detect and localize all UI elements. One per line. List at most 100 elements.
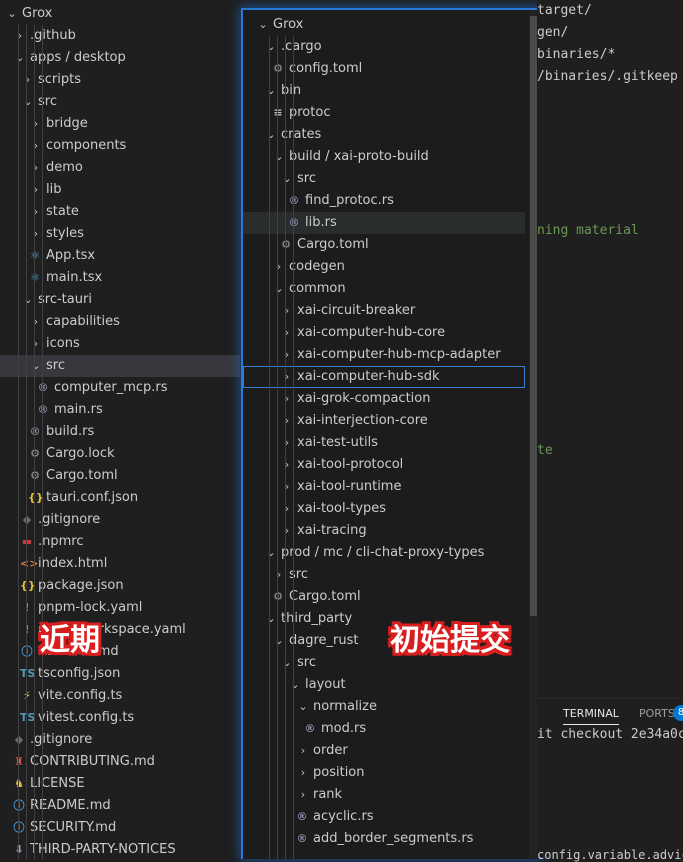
tree-file[interactable]: ◆ .gitignore — [0, 509, 240, 531]
tree-file[interactable]: ◆ .gitignore — [0, 729, 240, 751]
tree-file[interactable]: ⚙ Cargo.toml — [0, 465, 240, 487]
tree-file[interactable]: ® build.rs — [0, 421, 240, 443]
tree-item-label: order — [313, 743, 348, 758]
tree-item-label: xai-test-utils — [297, 435, 378, 450]
chevron-right-icon: › — [300, 766, 306, 779]
tree-file[interactable]: {} tauri.conf.json — [0, 487, 240, 509]
tree-folder[interactable]: › demo — [0, 157, 240, 179]
tree-file[interactable]: ♞ LICENSE — [0, 773, 240, 795]
vite-icon: ⚡ — [20, 685, 34, 707]
tree-item-label: src-tauri — [38, 292, 92, 307]
chevron-down-icon: ⌄ — [298, 700, 308, 713]
yaml-icon: ! — [24, 601, 30, 614]
tree-file[interactable]: TS tsconfig.json — [0, 663, 240, 685]
tree-item-label: Cargo.toml — [289, 589, 361, 604]
yaml-icon: ! — [24, 623, 30, 636]
chevron-down-icon: ⌄ — [290, 678, 300, 691]
gear-icon: ⚙ — [281, 238, 291, 251]
panel-tabs: TERMINAL PORTS 8 — [537, 698, 683, 729]
tree-item-label: vite.config.ts — [38, 688, 123, 703]
tree-folder[interactable]: › lib — [0, 179, 240, 201]
tree-item-label: xai-tracing — [297, 523, 367, 538]
tree-file[interactable]: ® main.rs — [0, 399, 240, 421]
explorer-tree-recent: ⌄ Grox › .github ⌄ apps / desktop › scripts ⌄ src… — [0, 3, 240, 860]
tree-item-label: Cargo.lock — [46, 446, 115, 461]
tree-item-label: position — [313, 765, 365, 780]
rust-file-icon: ® — [288, 216, 300, 229]
tree-item-label: prod / mc / cli-chat-proxy-types — [281, 545, 485, 560]
tree-folder[interactable]: ⌄ apps / desktop — [0, 47, 240, 69]
tree-file[interactable]: ⚡ vite.config.ts — [0, 685, 240, 707]
tree-folder[interactable]: ⌄ src-tauri — [0, 289, 240, 311]
json-icon: {} — [28, 491, 44, 504]
tree-file[interactable]: ⚙ Cargo.lock — [0, 443, 240, 465]
tree-item-label: config.toml — [289, 61, 363, 76]
tree-file[interactable]: ! pnpm-workspace.yaml — [0, 619, 240, 641]
rust-file-icon: ® — [296, 810, 308, 823]
tree-folder[interactable]: › components — [0, 135, 240, 157]
tree-file[interactable]: TS vitest.config.ts — [0, 707, 240, 729]
chevron-down-icon: ⌄ — [7, 7, 17, 20]
tree-item-label: Grox — [273, 17, 304, 32]
tree-folder[interactable]: ⌄ src — [0, 355, 240, 377]
explorer-panel-initial-commit: ⌄ Grox ⌄ .cargo ⚙ config.toml ⌄ bin ≡ protoc ⌄ crat… — [241, 8, 541, 859]
rust-file-icon: ® — [37, 403, 49, 416]
tree-item-label: xai-tool-runtime — [297, 479, 402, 494]
tree-folder[interactable]: › styles — [0, 223, 240, 245]
chevron-down-icon: ⌄ — [258, 18, 268, 31]
tree-file[interactable]: ⓘ README.md — [0, 795, 240, 817]
overlay-label-initial-commit: 初始提交 — [390, 623, 510, 658]
git-icon: ◆ — [22, 513, 32, 526]
tree-item-label: capabilities — [46, 314, 120, 329]
tree-file[interactable]: ! pnpm-lock.yaml — [0, 597, 240, 619]
tree-item-label: src — [289, 567, 308, 582]
tree-file[interactable]: ▬ .npmrc — [0, 531, 240, 553]
tree-item-label: .cargo — [281, 39, 322, 54]
tree-item-label: src — [297, 655, 316, 670]
tree-folder[interactable]: › bridge — [0, 113, 240, 135]
tree-item-label: lib — [46, 182, 62, 197]
tree-file[interactable]: {} package.json — [0, 575, 240, 597]
react-icon: ⚛ — [30, 249, 40, 262]
git-icon: ◆ — [14, 733, 24, 746]
tree-file[interactable]: ⚛ main.tsx — [0, 267, 240, 289]
tree-folder[interactable]: ⌄ Grox — [0, 3, 240, 25]
html-icon: <> — [20, 557, 39, 570]
tab-ports[interactable]: PORTS — [639, 707, 675, 720]
tree-item-label: styles — [46, 226, 84, 241]
tree-item-label: vitest.config.ts — [38, 710, 135, 725]
tree-item-label: find_protoc.rs — [305, 193, 394, 208]
security-icon: ⓘ — [13, 821, 25, 834]
indent-guide — [26, 25, 27, 860]
tree-file[interactable]: ♜ CONTRIBUTING.md — [0, 751, 240, 773]
tree-folder[interactable]: › scripts — [0, 69, 240, 91]
code-line: te — [537, 443, 553, 458]
code-line: /binaries/.gitkeep — [537, 69, 678, 84]
tree-item-label: scripts — [38, 72, 81, 87]
tree-file[interactable]: ⓘ SECURITY.md — [0, 817, 240, 839]
tab-terminal[interactable]: TERMINAL — [563, 707, 619, 725]
tree-folder[interactable]: › capabilities — [0, 311, 240, 333]
tree-file[interactable]: ⚛ App.tsx — [0, 245, 240, 267]
tree-item-label: layout — [305, 677, 346, 692]
tree-item-label: state — [46, 204, 79, 219]
tree-folder[interactable]: ⌄ Grox — [243, 14, 525, 36]
tree-file[interactable]: ® computer_mcp.rs — [0, 377, 240, 399]
gear-icon: ⚙ — [273, 590, 283, 603]
tree-file[interactable]: ⓘ README.md — [0, 641, 240, 663]
tree-item-label: protoc — [289, 105, 331, 120]
tree-folder[interactable]: › state — [0, 201, 240, 223]
tree-item-label: src — [38, 94, 57, 109]
tree-item-label: xai-computer-hub-mcp-adapter — [297, 347, 501, 362]
tree-folder[interactable]: ⌄ src — [0, 91, 240, 113]
tree-item-label: mod.rs — [321, 721, 367, 736]
indent-guide — [293, 36, 294, 859]
explorer-tree-initial: ⌄ Grox ⌄ .cargo ⚙ config.toml ⌄ bin ≡ protoc ⌄ crat… — [243, 14, 525, 859]
code-line: ning material — [537, 223, 639, 238]
tree-file[interactable]: <> index.html — [0, 553, 240, 575]
tree-folder[interactable]: › .github — [0, 25, 240, 47]
tree-item-label: icons — [46, 336, 80, 351]
rust-file-icon: ® — [288, 194, 300, 207]
tree-folder[interactable]: › icons — [0, 333, 240, 355]
contributing-icon: ♜ — [14, 755, 24, 768]
